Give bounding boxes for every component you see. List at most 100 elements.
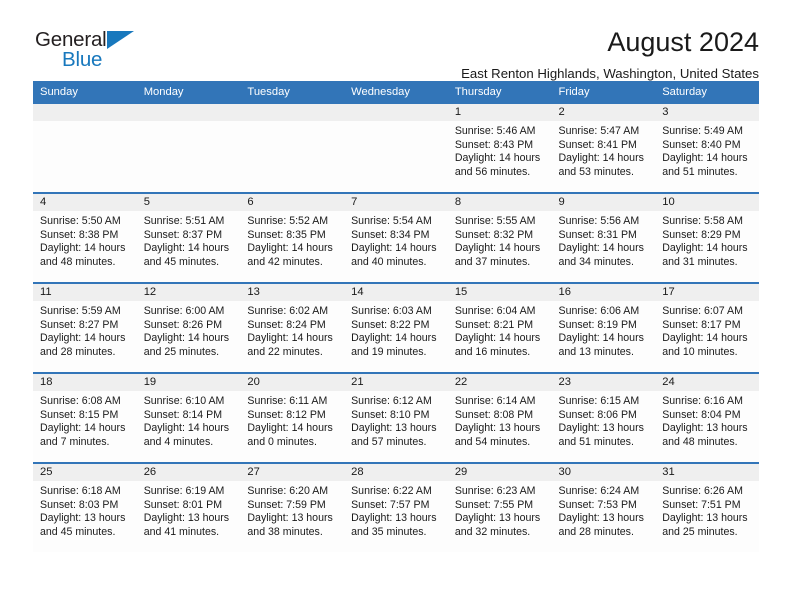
day-cell-inner: 29 Sunrise: 6:23 AM Sunset: 7:55 PM Dayligh… bbox=[447, 464, 552, 552]
daylight-text: Daylight: 14 hours and 53 minutes. bbox=[558, 152, 644, 178]
daylight-text: Daylight: 14 hours and 10 minutes. bbox=[662, 332, 748, 358]
day-cell-inner: 1 Sunrise: 5:46 AM Sunset: 8:43 PM Daylight… bbox=[447, 104, 552, 192]
day-cell-inner: 21 Sunrise: 6:12 AM Sunset: 8:10 PM Dayligh… bbox=[344, 374, 448, 462]
calendar-day-cell[interactable]: 20 Sunrise: 6:11 AM Sunset: 8:12 PM Dayligh… bbox=[240, 373, 345, 463]
calendar-day-cell[interactable]: 11 Sunrise: 5:59 AM Sunset: 8:27 PM Dayligh… bbox=[33, 283, 137, 373]
calendar-day-cell[interactable]: 13 Sunrise: 6:02 AM Sunset: 8:24 PM Dayligh… bbox=[240, 283, 345, 373]
day-details: Sunrise: 6:00 AM Sunset: 8:26 PM Daylight:… bbox=[137, 301, 241, 359]
day-number: 12 bbox=[136, 284, 241, 301]
calendar-day-cell[interactable]: 26 Sunrise: 6:19 AM Sunset: 8:01 PM Dayligh… bbox=[136, 463, 241, 552]
sunrise-text: Sunrise: 6:19 AM bbox=[143, 485, 225, 497]
day-cell-inner bbox=[240, 104, 345, 192]
day-cell-inner: 24 Sunrise: 6:16 AM Sunset: 8:04 PM Dayligh… bbox=[655, 374, 759, 462]
page-subtitle: East Renton Highlands, Washington, Unite… bbox=[461, 66, 759, 82]
sunrise-text: Sunrise: 6:11 AM bbox=[247, 395, 328, 407]
calendar-day-cell[interactable]: 23 Sunrise: 6:15 AM Sunset: 8:06 PM Dayligh… bbox=[551, 373, 656, 463]
sunset-text: Sunset: 8:10 PM bbox=[351, 408, 430, 421]
calendar-empty-cell bbox=[240, 104, 345, 193]
sunset-text: Sunset: 8:29 PM bbox=[662, 228, 741, 241]
sunset-text: Sunset: 8:32 PM bbox=[454, 228, 534, 241]
daylight-text: Daylight: 14 hours and 4 minutes. bbox=[143, 422, 230, 448]
daylight-text: Daylight: 13 hours and 35 minutes. bbox=[351, 512, 437, 538]
sunset-text: Sunset: 7:53 PM bbox=[558, 498, 637, 511]
triangle-icon bbox=[107, 31, 134, 49]
calendar-week-row: 4 Sunrise: 5:50 AM Sunset: 8:38 PM Daylight… bbox=[33, 193, 759, 283]
day-number: 13 bbox=[240, 284, 345, 301]
calendar-day-cell[interactable]: 25 Sunrise: 6:18 AM Sunset: 8:03 PM Dayligh… bbox=[33, 463, 137, 552]
day-cell-inner: 28 Sunrise: 6:22 AM Sunset: 7:57 PM Dayligh… bbox=[344, 464, 448, 552]
sunrise-text: Sunrise: 6:16 AM bbox=[662, 395, 743, 407]
daylight-text: Daylight: 13 hours and 38 minutes. bbox=[247, 512, 333, 538]
calendar-day-cell[interactable]: 15 Sunrise: 6:04 AM Sunset: 8:21 PM Dayligh… bbox=[447, 283, 552, 373]
day-number: 5 bbox=[136, 194, 241, 211]
weekday-header-monday: Monday bbox=[136, 81, 241, 104]
day-number bbox=[344, 104, 448, 121]
calendar-day-cell[interactable]: 28 Sunrise: 6:22 AM Sunset: 7:57 PM Dayligh… bbox=[344, 463, 448, 552]
calendar-day-cell[interactable]: 18 Sunrise: 6:08 AM Sunset: 8:15 PM Dayligh… bbox=[33, 373, 137, 463]
sunrise-text: Sunrise: 5:51 AM bbox=[143, 215, 225, 227]
calendar-day-cell[interactable]: 3 Sunrise: 5:49 AM Sunset: 8:40 PM Daylight… bbox=[655, 104, 759, 193]
calendar-day-cell[interactable]: 31 Sunrise: 6:26 AM Sunset: 7:51 PM Dayligh… bbox=[655, 463, 759, 552]
day-cell-inner bbox=[344, 104, 448, 192]
calendar-day-cell[interactable]: 7 Sunrise: 5:54 AM Sunset: 8:34 PM Daylight… bbox=[344, 193, 448, 283]
calendar-week-row: 25 Sunrise: 6:18 AM Sunset: 8:03 PM Dayligh… bbox=[33, 463, 759, 552]
sunset-text: Sunset: 8:06 PM bbox=[558, 408, 637, 421]
calendar-empty-cell bbox=[33, 104, 137, 193]
calendar-day-cell[interactable]: 9 Sunrise: 5:56 AM Sunset: 8:31 PM Daylight… bbox=[551, 193, 656, 283]
daylight-text: Daylight: 14 hours and 40 minutes. bbox=[351, 242, 437, 268]
daylight-text: Daylight: 13 hours and 25 minutes. bbox=[662, 512, 748, 538]
day-cell-inner: 27 Sunrise: 6:20 AM Sunset: 7:59 PM Dayligh… bbox=[240, 464, 345, 552]
calendar-week-row: 1 Sunrise: 5:46 AM Sunset: 8:43 PM Daylight… bbox=[33, 104, 759, 193]
calendar-day-cell[interactable]: 10 Sunrise: 5:58 AM Sunset: 8:29 PM Dayligh… bbox=[655, 193, 759, 283]
sunrise-text: Sunrise: 6:10 AM bbox=[143, 395, 225, 407]
daylight-text: Daylight: 14 hours and 19 minutes. bbox=[351, 332, 437, 358]
day-number: 14 bbox=[344, 284, 448, 301]
brand-name-blue: Blue bbox=[62, 48, 103, 71]
calendar-day-cell[interactable]: 12 Sunrise: 6:00 AM Sunset: 8:26 PM Dayligh… bbox=[136, 283, 241, 373]
calendar-day-cell[interactable]: 29 Sunrise: 6:23 AM Sunset: 7:55 PM Dayligh… bbox=[447, 463, 552, 552]
calendar-day-cell[interactable]: 16 Sunrise: 6:06 AM Sunset: 8:19 PM Dayligh… bbox=[551, 283, 656, 373]
day-cell-inner: 19 Sunrise: 6:10 AM Sunset: 8:14 PM Dayligh… bbox=[136, 374, 241, 462]
daylight-text: Daylight: 14 hours and 37 minutes. bbox=[454, 242, 541, 268]
day-details: Sunrise: 5:50 AM Sunset: 8:38 PM Daylight:… bbox=[33, 211, 137, 269]
calendar-day-cell[interactable]: 2 Sunrise: 5:47 AM Sunset: 8:41 PM Daylight… bbox=[551, 104, 656, 193]
sunset-text: Sunset: 8:37 PM bbox=[143, 228, 223, 241]
calendar-day-cell[interactable]: 14 Sunrise: 6:03 AM Sunset: 8:22 PM Dayligh… bbox=[344, 283, 448, 373]
day-cell-inner: 6 Sunrise: 5:52 AM Sunset: 8:35 PM Daylight… bbox=[240, 194, 345, 282]
calendar-day-cell[interactable]: 30 Sunrise: 6:24 AM Sunset: 7:53 PM Dayligh… bbox=[551, 463, 656, 552]
day-details: Sunrise: 5:56 AM Sunset: 8:31 PM Daylight:… bbox=[552, 211, 656, 269]
calendar-day-cell[interactable]: 1 Sunrise: 5:46 AM Sunset: 8:43 PM Daylight… bbox=[447, 104, 552, 193]
sunset-text: Sunset: 8:24 PM bbox=[247, 318, 326, 331]
brand-logo[interactable]: General Blue bbox=[33, 28, 153, 74]
calendar-day-cell[interactable]: 21 Sunrise: 6:12 AM Sunset: 8:10 PM Dayligh… bbox=[344, 373, 448, 463]
day-number: 7 bbox=[344, 194, 448, 211]
day-number: 10 bbox=[655, 194, 759, 211]
day-cell-inner: 10 Sunrise: 5:58 AM Sunset: 8:29 PM Dayligh… bbox=[655, 194, 759, 282]
calendar-day-cell[interactable]: 5 Sunrise: 5:51 AM Sunset: 8:37 PM Daylight… bbox=[136, 193, 241, 283]
sunrise-text: Sunrise: 6:22 AM bbox=[351, 485, 432, 497]
sunset-text: Sunset: 8:31 PM bbox=[558, 228, 637, 241]
calendar-day-cell[interactable]: 22 Sunrise: 6:14 AM Sunset: 8:08 PM Dayligh… bbox=[447, 373, 552, 463]
calendar-day-cell[interactable]: 24 Sunrise: 6:16 AM Sunset: 8:04 PM Dayligh… bbox=[655, 373, 759, 463]
day-details: Sunrise: 5:58 AM Sunset: 8:29 PM Daylight:… bbox=[655, 211, 759, 269]
calendar-day-cell[interactable]: 17 Sunrise: 6:07 AM Sunset: 8:17 PM Dayligh… bbox=[655, 283, 759, 373]
sunset-text: Sunset: 8:43 PM bbox=[454, 138, 534, 151]
weekday-header-thursday: Thursday bbox=[447, 81, 552, 104]
calendar-day-cell[interactable]: 19 Sunrise: 6:10 AM Sunset: 8:14 PM Dayligh… bbox=[136, 373, 241, 463]
sunset-text: Sunset: 8:41 PM bbox=[558, 138, 637, 151]
calendar-day-cell[interactable]: 4 Sunrise: 5:50 AM Sunset: 8:38 PM Daylight… bbox=[33, 193, 137, 283]
day-details bbox=[344, 121, 448, 125]
calendar-day-cell[interactable]: 27 Sunrise: 6:20 AM Sunset: 7:59 PM Dayligh… bbox=[240, 463, 345, 552]
day-details: Sunrise: 6:23 AM Sunset: 7:55 PM Daylight:… bbox=[448, 481, 552, 539]
day-cell-inner: 7 Sunrise: 5:54 AM Sunset: 8:34 PM Daylight… bbox=[344, 194, 448, 282]
calendar-day-cell[interactable]: 6 Sunrise: 5:52 AM Sunset: 8:35 PM Daylight… bbox=[240, 193, 345, 283]
sunset-text: Sunset: 7:51 PM bbox=[662, 498, 741, 511]
day-cell-inner: 31 Sunrise: 6:26 AM Sunset: 7:51 PM Dayligh… bbox=[655, 464, 759, 552]
sunrise-text: Sunrise: 5:46 AM bbox=[454, 125, 536, 137]
calendar-day-cell[interactable]: 8 Sunrise: 5:55 AM Sunset: 8:32 PM Daylight… bbox=[447, 193, 552, 283]
day-cell-inner: 14 Sunrise: 6:03 AM Sunset: 8:22 PM Dayligh… bbox=[344, 284, 448, 372]
calendar-header-row: Sunday Monday Tuesday Wednesday Thursday… bbox=[33, 81, 759, 104]
day-details: Sunrise: 5:46 AM Sunset: 8:43 PM Daylight:… bbox=[448, 121, 552, 179]
day-details: Sunrise: 6:18 AM Sunset: 8:03 PM Daylight:… bbox=[33, 481, 137, 539]
day-details: Sunrise: 6:07 AM Sunset: 8:17 PM Daylight:… bbox=[655, 301, 759, 359]
